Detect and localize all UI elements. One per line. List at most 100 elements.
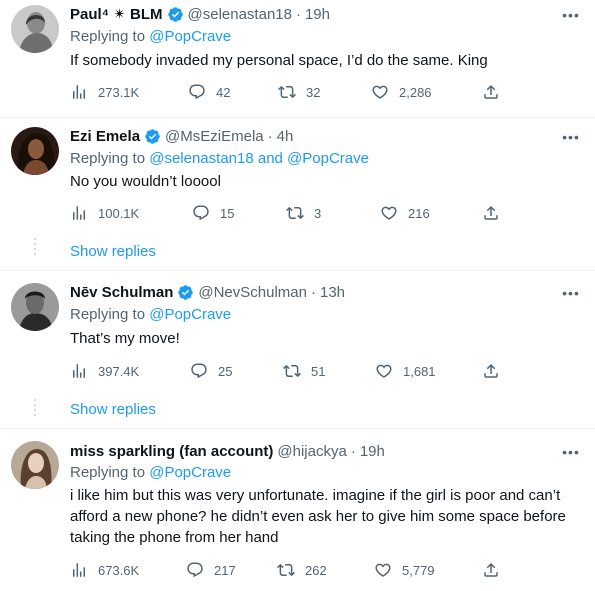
handle[interactable]: @MsEziEmela	[165, 128, 264, 145]
action-bar: 100.1K 15 3 216	[70, 203, 510, 223]
thread-connector	[34, 238, 36, 258]
tweet-text: i like him but this was very unfortunate…	[70, 487, 566, 546]
mention-link[interactable]: @selenastan18 and @PopCrave	[149, 150, 369, 167]
retweet-icon	[283, 364, 301, 378]
reply-count: 25	[218, 363, 233, 379]
handle[interactable]: @selenastan18	[188, 6, 292, 23]
reply-action[interactable]: 42	[188, 82, 230, 102]
more-icon[interactable]: •••	[561, 127, 581, 147]
display-name[interactable]: Ezi Emela	[70, 128, 140, 145]
views-icon	[73, 364, 85, 378]
tweet-text: That’s my move!	[70, 330, 180, 347]
share-icon	[484, 363, 498, 378]
more-icon[interactable]: •••	[561, 5, 581, 25]
display-name[interactable]: miss sparkling (fan account)	[70, 443, 273, 460]
handle[interactable]: @hijackya	[277, 443, 346, 460]
retweet-count: 262	[305, 562, 327, 578]
retweet-action[interactable]: 3	[286, 203, 321, 223]
replying-to: Replying to @selenastan18 and @PopCrave	[70, 150, 369, 167]
separator: ·	[310, 283, 316, 301]
views-action[interactable]: 273.1K	[70, 82, 139, 102]
share-icon	[484, 205, 498, 220]
share-icon	[484, 84, 498, 99]
action-bar: 673.6K 217 262 5,779	[70, 560, 510, 580]
tweet-2[interactable]: Ezi Emela @MsEziEmela · 4h ••• Replying …	[0, 118, 595, 270]
show-replies-link[interactable]: Show replies	[70, 401, 156, 418]
tweet-header: Paul⁴ ✴ BLM @selenastan18 · 19h	[70, 3, 330, 25]
tweet-header: Nēv Schulman @NevSchulman · 13h	[70, 281, 345, 303]
like-action[interactable]: 2,286	[371, 82, 432, 102]
verified-badge-icon	[167, 6, 183, 22]
replying-to-label: Replying to	[70, 150, 150, 167]
like-action[interactable]: 5,779	[374, 560, 435, 580]
tweet-3[interactable]: Nēv Schulman @NevSchulman · 13h ••• Repl…	[0, 271, 595, 428]
views-count: 397.4K	[98, 363, 140, 379]
more-icon[interactable]: •••	[561, 283, 581, 303]
like-icon	[372, 85, 388, 99]
mention-link[interactable]: @PopCrave	[149, 28, 231, 45]
tweet-4[interactable]: miss sparkling (fan account) @hijackya ·…	[0, 429, 595, 591]
timestamp[interactable]: 13h	[320, 284, 345, 301]
tweet-text: If somebody invaded my personal space, I…	[70, 52, 488, 69]
display-name[interactable]: Paul⁴ ✴ BLM	[70, 5, 163, 23]
avatar[interactable]	[11, 283, 59, 331]
views-count: 273.1K	[98, 84, 140, 100]
verified-badge-icon	[145, 128, 160, 144]
avatar[interactable]	[11, 5, 59, 53]
replying-to-label: Replying to	[70, 306, 150, 323]
mention-link[interactable]: @PopCrave	[149, 306, 231, 323]
retweet-icon	[286, 206, 304, 220]
share-action[interactable]	[482, 560, 510, 580]
reply-action[interactable]: 25	[190, 361, 232, 381]
replying-to: Replying to @PopCrave	[70, 306, 231, 323]
avatar[interactable]	[11, 127, 59, 175]
reply-count: 217	[214, 562, 236, 578]
retweet-action[interactable]: 51	[283, 361, 325, 381]
retweet-action[interactable]: 262	[277, 560, 327, 580]
timestamp[interactable]: 19h	[360, 443, 385, 460]
reply-icon	[193, 205, 209, 221]
tweet-text: No you wouldn’t looool	[70, 173, 221, 190]
views-action[interactable]: 673.6K	[70, 560, 139, 580]
like-action[interactable]: 216	[380, 203, 430, 223]
share-action[interactable]	[482, 82, 510, 102]
like-icon	[375, 563, 391, 577]
mention-link[interactable]: @PopCrave	[149, 464, 231, 481]
tweet-header: Ezi Emela @MsEziEmela · 4h	[70, 125, 293, 147]
retweet-action[interactable]: 32	[278, 82, 320, 102]
separator: ·	[295, 5, 301, 23]
reply-action[interactable]: 217	[186, 560, 236, 580]
display-name[interactable]: Nēv Schulman	[70, 284, 173, 301]
like-count: 216	[408, 205, 430, 221]
views-action[interactable]: 397.4K	[70, 361, 139, 381]
reply-count: 15	[220, 205, 235, 221]
views-icon	[73, 206, 85, 220]
views-icon	[73, 563, 85, 577]
avatar[interactable]	[11, 441, 59, 489]
like-count: 2,286	[399, 84, 432, 100]
views-count: 100.1K	[98, 205, 140, 221]
more-icon[interactable]: •••	[561, 442, 581, 462]
reply-action[interactable]: 15	[192, 203, 234, 223]
reply-icon	[187, 562, 203, 578]
thread-connector	[34, 399, 36, 419]
timestamp[interactable]: 4h	[277, 128, 294, 145]
share-action[interactable]	[482, 361, 510, 381]
handle[interactable]: @NevSchulman	[198, 284, 307, 301]
views-count: 673.6K	[98, 562, 140, 578]
retweet-count: 3	[314, 205, 322, 221]
show-replies-link[interactable]: Show replies	[70, 243, 156, 260]
retweet-icon	[277, 563, 295, 577]
share-icon	[484, 562, 498, 577]
share-action[interactable]	[482, 203, 510, 223]
action-bar: 273.1K 42 32 2,286	[70, 82, 510, 102]
views-icon	[73, 85, 85, 99]
separator: ·	[350, 442, 356, 460]
like-count: 5,779	[402, 562, 435, 578]
tweet-1[interactable]: Paul⁴ ✴ BLM @selenastan18 · 19h ••• Repl…	[0, 0, 595, 117]
retweet-icon	[278, 85, 296, 99]
views-action[interactable]: 100.1K	[70, 203, 139, 223]
like-action[interactable]: 1,681	[375, 361, 436, 381]
timestamp[interactable]: 19h	[305, 6, 330, 23]
reply-count: 42	[216, 84, 231, 100]
